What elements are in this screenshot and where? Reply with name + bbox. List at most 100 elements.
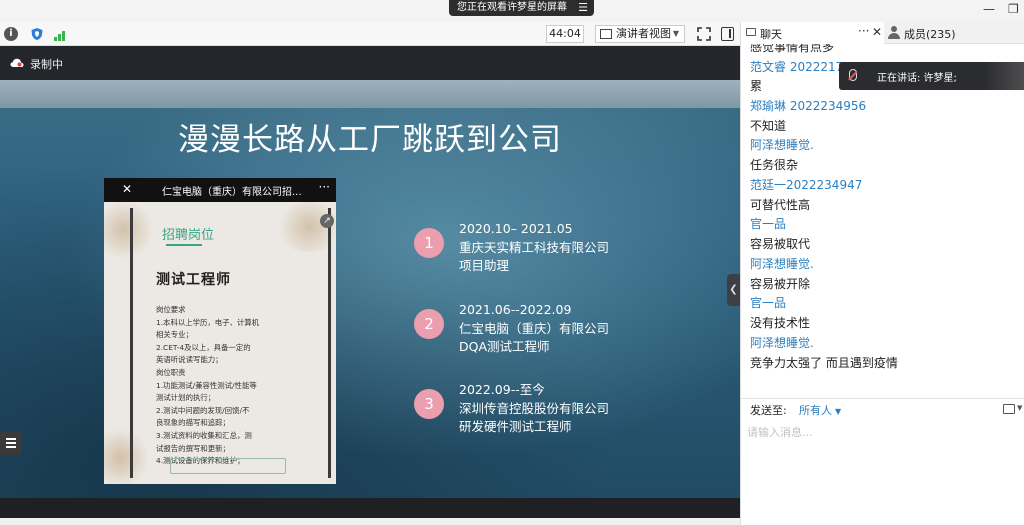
view-mode-icon	[600, 29, 612, 39]
more-icon: ···	[318, 180, 330, 194]
chat-message-sender: 郑瑜琳 2022234956	[750, 99, 867, 113]
floral-decoration	[104, 200, 154, 260]
job-line: 3.测试资料的收集和汇总，测	[156, 430, 252, 440]
job-line: 岗位要求	[156, 305, 186, 314]
phone-right-line	[328, 208, 331, 478]
timeline-number-badge: 2	[414, 309, 444, 339]
job-line: 试报告的撰写和更新；	[156, 443, 230, 453]
job-line: 1.功能测试/兼容性测试/性能等	[156, 380, 257, 390]
file-icon[interactable]	[1003, 404, 1015, 414]
job-title: 测试工程师	[156, 272, 231, 288]
floral-decoration	[104, 428, 150, 484]
timeline-company: 仁宝电脑（重庆）有限公司	[459, 320, 610, 336]
message-input[interactable]	[747, 417, 1019, 447]
panel-tabs: 聊天 ··· ✕ 成员(235)	[741, 22, 1024, 44]
timeline-number-badge: 3	[414, 389, 444, 419]
tab-members-label: 成员(235)	[904, 28, 956, 41]
view-mode-select[interactable]: 演讲者视图 ▼	[595, 25, 685, 43]
chat-message-sender: 官一品	[750, 296, 787, 310]
close-icon[interactable]: ✕	[872, 25, 882, 39]
screen-share-banner: 您正在观看许梦星的屏幕 ☰	[449, 0, 594, 16]
tab-members[interactable]: 成员(235)	[884, 22, 1024, 44]
chat-icon	[746, 28, 756, 36]
job-line: 测试计划的执行；	[156, 393, 216, 403]
speaking-text: 正在讲话: 许梦星;	[877, 73, 957, 84]
cloud-record-icon	[10, 58, 24, 67]
job-line: 1.本科以上学历，电子、计算机	[156, 317, 260, 327]
chat-message-text: 感觉事情有点多	[750, 44, 835, 54]
timeline-company: 深圳传音控股股份有限公司	[459, 400, 610, 416]
timeline-role: DQA测试工程师	[459, 339, 550, 354]
chat-message-sender: 阿泽想睡觉.	[750, 257, 814, 271]
timeline-company: 重庆天实精工科技有限公司	[459, 239, 610, 255]
participant-list-toggle[interactable]	[0, 431, 22, 455]
network-signal-icon[interactable]	[54, 27, 68, 41]
caret-down-icon: ▼	[835, 407, 842, 416]
timeline-period: 2020.10– 2021.05	[459, 221, 573, 236]
speaking-indicator: 正在讲话: 许梦星;	[839, 62, 1024, 90]
send-to-select[interactable]: 所有人 ▼	[799, 402, 841, 418]
side-panel: 聊天 ··· ✕ 成员(235) 感觉事情有点多 范文睿 20222170 累 …	[740, 22, 1024, 525]
view-mode-label: 演讲者视图	[616, 27, 671, 40]
chat-messages: 感觉事情有点多 范文睿 20222170 累 郑瑜琳 2022234956 不知…	[741, 44, 1024, 398]
job-description: 岗位要求 1.本科以上学历，电子、计算机 相关专业； 2.CET-4及以上，具备…	[156, 304, 316, 468]
timeline-role: 项目助理	[459, 258, 510, 273]
phone-heading: 招聘岗位	[162, 228, 215, 243]
shield-icon[interactable]	[30, 27, 44, 41]
shared-screen: 漫漫长路从工厂跳跃到公司 ✕ 仁宝电脑（重庆）有限公司招... ··· ↗ 招聘…	[0, 80, 740, 498]
phone-left-line	[130, 208, 133, 478]
timeline-period: 2021.06--2022.09	[459, 302, 572, 317]
sidebar-toggle-icon[interactable]	[721, 27, 734, 41]
timeline-period: 2022.09--至今	[459, 382, 545, 397]
chat-message-sender: 范文睿 20222170	[750, 60, 851, 74]
chat-message-sender: 阿泽想睡觉.	[750, 138, 814, 152]
job-line: 相关专业；	[156, 330, 193, 340]
meeting-timer: 44:04	[546, 25, 584, 43]
timeline-text: 2020.10– 2021.05 重庆天实精工科技有限公司 项目助理	[459, 220, 609, 276]
job-line: 2.测试中问题的发现/回馈/不	[156, 405, 250, 415]
chat-message-sender: 阿泽想睡觉.	[750, 336, 814, 350]
job-line: 英语听说读写能力；	[156, 355, 223, 365]
timeline-role: 研发硬件测试工程师	[459, 419, 572, 434]
meeting-window: 您正在观看许梦星的屏幕 ☰ — ❐ i 44:04 演讲者视图 ▼ 录制中 漫漫…	[0, 0, 1024, 525]
job-line: 良现象的描写和追踪；	[156, 418, 230, 428]
timeline-text: 2022.09--至今 深圳传音控股股份有限公司 研发硬件测试工程师	[459, 381, 609, 437]
minimize-icon[interactable]: —	[983, 2, 995, 16]
caret-down-icon: ▼	[672, 29, 679, 38]
tab-chat-label: 聊天	[760, 28, 782, 41]
window-top-strip: 您正在观看许梦星的屏幕 ☰ — ❐	[0, 0, 1024, 22]
phone-title-bar: ✕ 仁宝电脑（重庆）有限公司招... ···	[104, 178, 336, 202]
collapse-panel-button[interactable]: ❮	[727, 274, 740, 306]
close-icon: ✕	[122, 182, 133, 196]
slide-top-band	[0, 80, 740, 108]
banner-menu-icon[interactable]: ☰	[578, 0, 588, 16]
send-to-label: 发送至:	[750, 404, 787, 417]
chat-message-text: 累	[750, 79, 763, 93]
send-to-value: 所有人	[799, 404, 832, 417]
chat-message-text: 可替代性高	[750, 198, 811, 212]
chat-message-sender: 范廷一2022234947	[750, 178, 863, 192]
fullscreen-icon[interactable]	[697, 27, 711, 41]
restore-icon[interactable]: ❐	[1008, 2, 1019, 16]
share-icon: ↗	[320, 214, 334, 228]
chat-message-text: 竞争力太强了 而且遇到疫情	[750, 356, 898, 370]
info-icon[interactable]: i	[4, 27, 18, 41]
mic-muted-icon	[849, 69, 857, 81]
phone-title: 仁宝电脑（重庆）有限公司招...	[162, 187, 302, 198]
recording-label: 录制中	[30, 58, 63, 71]
caret-down-icon[interactable]: ▼	[1017, 404, 1022, 412]
chat-message-text: 不知道	[750, 119, 787, 133]
heading-underline	[166, 244, 202, 246]
meeting-toolbar: i 44:04 演讲者视图 ▼	[0, 22, 740, 46]
chat-message-text: 容易被取代	[750, 237, 811, 251]
more-options-icon[interactable]: ···	[858, 24, 869, 38]
timeline-text: 2021.06--2022.09 仁宝电脑（重庆）有限公司 DQA测试工程师	[459, 301, 609, 357]
chat-message-text: 任务很杂	[750, 158, 799, 172]
timeline-number-badge: 1	[414, 228, 444, 258]
recording-bar: 录制中	[0, 46, 740, 80]
chat-message-sender: 官一品	[750, 217, 787, 231]
chat-message-text: 容易被开除	[750, 277, 811, 291]
apply-button-outline	[170, 458, 286, 474]
chat-composer: 发送至: 所有人 ▼ ▼	[741, 398, 1024, 525]
tab-chat[interactable]: 聊天 ··· ✕	[741, 22, 884, 44]
